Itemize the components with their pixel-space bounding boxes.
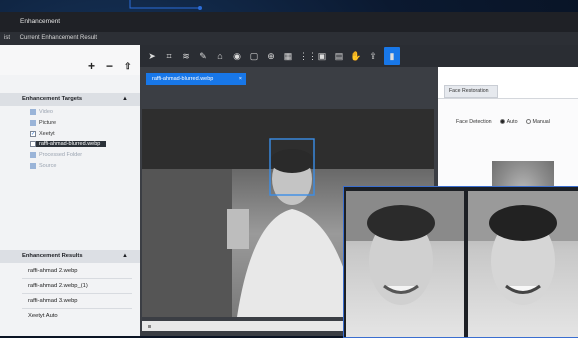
result-item[interactable]: raffi-ahmad 3.webp [28, 298, 78, 304]
divider [22, 293, 132, 294]
tree-item-video[interactable]: Video [30, 109, 53, 115]
left-panel-header: + − ⇧ [0, 45, 140, 75]
layers-icon[interactable]: ⊕ [265, 50, 277, 62]
lasso-icon[interactable]: ✎ [197, 50, 209, 62]
frame-icon[interactable]: ▢ [248, 50, 260, 62]
stamp-icon[interactable]: ⌂ [214, 50, 226, 62]
after-image [468, 191, 578, 337]
tree-item-xeetyt[interactable]: ✓ Xeetyt [30, 131, 55, 137]
tree-item-picture[interactable]: Picture [30, 120, 56, 126]
mosaic-icon[interactable]: ⋮⋮ [299, 50, 317, 62]
grid-icon[interactable]: ▦ [282, 50, 294, 62]
hand-icon[interactable]: ✋ [350, 50, 362, 62]
add-icon[interactable]: + [88, 59, 95, 73]
checkbox[interactable]: ✓ [30, 131, 36, 137]
folder-icon [30, 109, 36, 115]
target-icon[interactable]: ◉ [231, 50, 243, 62]
folder-icon [30, 163, 36, 169]
face-detection-row: Face Detection Auto Manual [456, 119, 550, 125]
tree-item-source[interactable]: Source [30, 163, 56, 169]
collapse-icon[interactable]: ▲ [122, 93, 128, 106]
crop-icon[interactable]: ⌗ [163, 50, 175, 62]
close-tab-icon[interactable]: × [239, 73, 242, 85]
tree-item-selected-file[interactable]: raffi-ahmad-blurred.webp [30, 141, 107, 147]
collapse-icon[interactable]: ▲ [122, 250, 128, 263]
window-title: Enhancement [0, 12, 578, 32]
folder-icon [30, 120, 36, 126]
results-header[interactable]: Enhancement Results ▲ [0, 250, 140, 263]
radio-empty-icon [525, 119, 531, 125]
tab-current-file[interactable]: raffi-ahmad-blurred.webp × [146, 73, 246, 85]
radio-selected-icon [499, 119, 505, 125]
compare-icon[interactable]: ▤ [333, 50, 345, 62]
export-icon[interactable]: ⇪ [367, 50, 379, 62]
toolbar: ➤ ⌗ ≋ ✎ ⌂ ◉ ▢ ⊕ ▦ ⋮⋮ ▣ ▤ ✋ ⇪ ▮ [140, 45, 578, 67]
radio-manual[interactable]: Manual [525, 119, 550, 125]
save-icon[interactable]: ▮ [384, 47, 400, 65]
divider [22, 308, 132, 309]
divider [22, 278, 132, 279]
radio-auto[interactable]: Auto [499, 119, 518, 125]
image-icon[interactable]: ▣ [316, 50, 328, 62]
left-panel: + − ⇧ Enhancement Targets ▲ Video Pictur… [0, 45, 140, 336]
adjust-icon[interactable]: ≋ [180, 50, 192, 62]
before-after-preview [343, 186, 578, 338]
menu-item-current-result[interactable]: Current Enhancement Result [20, 35, 97, 41]
pointer-icon[interactable]: ➤ [146, 50, 158, 62]
menu-bar: ist Current Enhancement Result [0, 32, 578, 45]
upload-icon[interactable]: ⇧ [124, 61, 132, 72]
result-item[interactable]: raffi-ahmad 2.webp [28, 268, 78, 274]
remove-icon[interactable]: − [106, 59, 113, 73]
before-image [346, 191, 464, 337]
tree-item-processed[interactable]: Processed Folder [30, 152, 82, 158]
targets-header[interactable]: Enhancement Targets ▲ [0, 93, 140, 106]
result-item[interactable]: Xeetyt Auto [28, 313, 58, 319]
scroll-arrow-icon[interactable] [148, 325, 151, 328]
menu-item-list[interactable]: ist [4, 35, 10, 41]
tab-face-restoration[interactable]: Face Restoration [444, 85, 498, 98]
folder-icon [30, 152, 36, 158]
checkbox[interactable] [30, 141, 36, 147]
result-item[interactable]: raffi-ahmad 2.webp_(1) [28, 283, 88, 289]
